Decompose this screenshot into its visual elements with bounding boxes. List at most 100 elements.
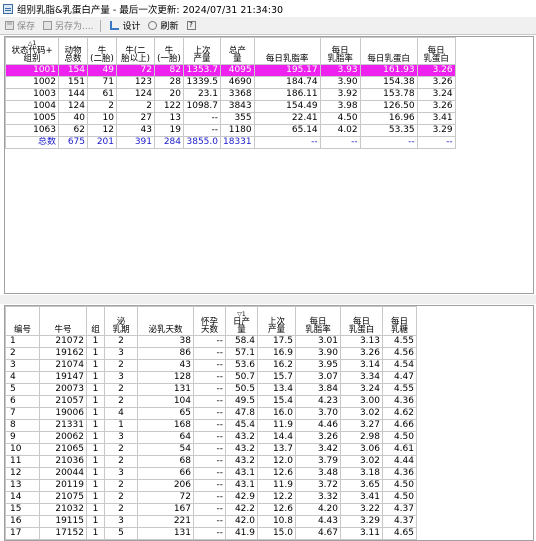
table-cell: 13.4	[257, 383, 296, 396]
column-header-label: 编号	[13, 325, 31, 335]
table-cell: --	[193, 395, 226, 408]
column-header[interactable]: 上次 产量	[257, 306, 296, 336]
save-button[interactable]: 保存	[2, 18, 38, 33]
table-cell: 总数	[5, 136, 59, 149]
table-cell: 4.44	[382, 455, 417, 468]
column-header[interactable]: 牛(二 胎以上)	[116, 37, 155, 65]
column-header[interactable]: 每日乳脂率	[253, 37, 321, 65]
table-row[interactable]: 17 17152 1 5 131 -- 41.9 15.0 4.67 3.11 4.65	[5, 527, 417, 540]
column-header[interactable]: 总产量	[220, 37, 255, 65]
table-cell: 1	[86, 347, 105, 360]
column-header[interactable]: 组	[86, 306, 105, 336]
column-header[interactable]: 牛 (一胎)	[154, 37, 184, 65]
table-cell: 3.26	[416, 64, 456, 77]
table-cell: 3.14	[340, 359, 383, 372]
column-header[interactable]: 怀孕 天数	[193, 306, 226, 336]
table-cell: 3.24	[340, 383, 383, 396]
table-cell: 20073	[39, 383, 87, 396]
column-header[interactable]: 动物 总数	[58, 37, 88, 65]
table-cell: 4.02	[319, 124, 361, 137]
table-row[interactable]: 16 19115 1 3 221 -- 42.0 10.8 4.43 3.29 4.37	[5, 515, 417, 528]
table-cell: 1002	[5, 76, 59, 89]
table-cell: 43.1	[225, 479, 258, 492]
total-row[interactable]: 总数 675 201 391 284 3855.0 18331 -- -- -- --	[5, 136, 456, 149]
column-header[interactable]: ▽1 日产量	[225, 306, 258, 336]
table-cell: 22.41	[253, 112, 321, 125]
table-cell: 2	[5, 347, 40, 360]
help-button[interactable]: ?	[184, 18, 202, 33]
table-cell: 3.22	[340, 503, 383, 516]
table-cell: 3.07	[295, 371, 341, 384]
column-header[interactable]: 泌乳天数	[137, 306, 194, 336]
table-row[interactable]: 4 19147 1 3 128 -- 50.7 15.7 3.07 3.34 4.47	[5, 371, 417, 384]
table-row[interactable]: 14 21075 1 2 72 -- 42.9 12.2 3.32 3.41 4.50	[5, 491, 417, 504]
table-cell: --	[253, 136, 321, 149]
pane-splitter[interactable]	[0, 295, 536, 304]
table-cell: 58.4	[225, 335, 258, 348]
table-row[interactable]: 2 19162 1 3 86 -- 57.1 16.9 3.90 3.26 4.56	[5, 347, 417, 360]
table-cell: 3855.0	[183, 136, 221, 149]
column-header[interactable]: 编号	[5, 306, 40, 336]
table-cell: 4.62	[382, 407, 417, 420]
column-header[interactable]: 上次 产量	[183, 37, 221, 65]
toolbar: 保存 另存为.... 设计 刷新 ?	[0, 17, 536, 35]
table-row[interactable]: 15 21032 1 2 167 -- 42.2 12.6 4.20 3.22 4.37	[5, 503, 417, 516]
table-row[interactable]: 9 20062 1 3 64 -- 43.2 14.4 3.26 2.98 4.50	[5, 431, 417, 444]
table-cell: 57.1	[225, 347, 258, 360]
column-header[interactable]: 每日乳脂率	[319, 37, 361, 65]
table-row[interactable]: 1003 144 61 124 20 23.1 3368 186.11 3.92 153.78 3.…	[5, 88, 456, 101]
table-row[interactable]: 1002 151 71 123 28 1339.5 4690 184.74 3.90 154.38…	[5, 76, 456, 89]
table-row[interactable]: 1 21072 1 2 38 -- 58.4 17.5 3.01 3.13 4.55	[5, 335, 417, 348]
table-cell: 2.98	[340, 431, 383, 444]
table-cell: 28	[154, 76, 184, 89]
column-header[interactable]: 牛号	[39, 306, 87, 336]
table-row[interactable]: 1004 124 2 2 122 1098.7 3843 154.49 3.98 126.50 3.…	[5, 100, 456, 113]
table-cell: 15	[5, 503, 40, 516]
table-cell: 4.54	[382, 359, 417, 372]
table-cell: 21072	[39, 335, 87, 348]
table-row[interactable]: 3 21074 1 2 43 -- 53.6 16.2 3.95 3.14 4.54	[5, 359, 417, 372]
table-row[interactable]: 1005 40 10 27 13 -- 355 22.41 4.50 16.96 3.41	[5, 112, 456, 125]
column-header[interactable]: 每日乳蛋白	[359, 37, 418, 65]
table-cell: 17	[5, 527, 40, 540]
table-cell: 3	[104, 371, 138, 384]
refresh-button[interactable]: 刷新	[145, 18, 181, 33]
table-row[interactable]: 8 21331 1 1 168 -- 45.4 11.9 4.46 3.27 4.66	[5, 419, 417, 432]
column-header[interactable]: 牛 (二胎)	[87, 37, 117, 65]
table-row[interactable]: 13 20119 1 2 206 -- 43.1 11.9 3.72 3.65 4.50	[5, 479, 417, 492]
table-row[interactable]: 11 21036 1 2 68 -- 43.2 12.0 3.79 3.02 4.44	[5, 455, 417, 468]
table-row[interactable]: 1001 154 49 72 82 1353.7 4095 195.17 3.93 161.93 3…	[5, 64, 456, 77]
table-row[interactable]: 6 21057 1 2 104 -- 49.5 15.4 4.23 3.00 4.36	[5, 395, 417, 408]
group-summary-pane: △1 状态代码+ 组别 动物 总数牛 (二胎) 牛(二 胎以上) 牛 (一胎) 上次 产量 总产量每日乳…	[4, 36, 534, 294]
table-row[interactable]: 12 20044 1 3 66 -- 43.1 12.6 3.48 3.18 4.36	[5, 467, 417, 480]
table-cell: 3.98	[319, 100, 361, 113]
column-header[interactable]: 每日乳蛋白	[416, 37, 456, 65]
table-cell: 1339.5	[183, 76, 221, 89]
column-header[interactable]: △1 状态代码+ 组别	[5, 37, 59, 65]
column-header[interactable]: 泌乳期	[104, 306, 138, 336]
column-header-label: 产量	[267, 325, 285, 335]
save-as-button[interactable]: 另存为....	[40, 18, 96, 33]
table-cell: 21057	[39, 395, 87, 408]
column-header-label: 乳蛋白	[423, 54, 449, 64]
table-cell: 3	[104, 467, 138, 480]
cow-detail-pane: 编号 牛号组泌乳期 泌乳天数 怀孕 天数 ▽1 日产量上次 产量 每日 乳脂率 每日 乳蛋白 每日 乳糖 …	[4, 305, 534, 541]
table-cell: 3.27	[340, 419, 383, 432]
table-cell: 3.26	[340, 347, 383, 360]
table-cell: --	[183, 124, 221, 137]
table-cell: --	[193, 335, 226, 348]
table-cell: --	[193, 455, 226, 468]
column-header[interactable]: 每日乳蛋白	[340, 306, 383, 336]
table-cell: 1	[5, 335, 40, 348]
table-cell: 12.0	[257, 455, 296, 468]
table-cell: 122	[154, 100, 184, 113]
table-row[interactable]: 5 20073 1 2 131 -- 50.5 13.4 3.84 3.24 4.55	[5, 383, 417, 396]
design-button[interactable]: 设计	[107, 18, 143, 33]
table-row[interactable]: 7 19006 1 4 65 -- 47.8 16.0 3.70 3.02 4.62	[5, 407, 417, 420]
table-row[interactable]: 1063 62 12 43 19 -- 1180 65.14 4.02 53.35 3.29	[5, 124, 456, 137]
table-cell: 12	[5, 467, 40, 480]
table-row[interactable]: 10 21065 1 2 54 -- 43.2 13.7 3.42 3.06 4.61	[5, 443, 417, 456]
column-header[interactable]: 每日 乳糖	[382, 306, 417, 336]
column-header[interactable]: 每日乳脂率	[295, 306, 341, 336]
table-cell: 11	[5, 455, 40, 468]
